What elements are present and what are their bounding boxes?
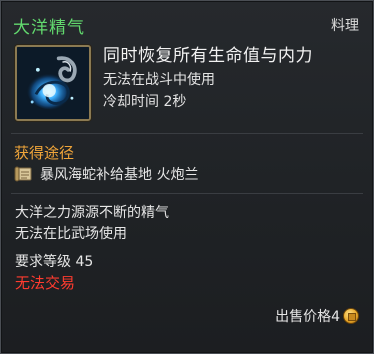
source-row: 暴风海蛇补给基地 火炮兰 (14, 164, 198, 184)
source-title: 获得途径 (14, 144, 75, 162)
sell-price-label: 出售价格4 (275, 309, 340, 325)
lore-block: 大洋之力源源不断的精气 无法在比武场使用 (15, 203, 169, 245)
scroll-icon (14, 166, 34, 182)
lore-line: 无法在比武场使用 (15, 226, 127, 242)
source-location: 暴风海蛇补给基地 火炮兰 (40, 167, 199, 183)
sell-price: 出售价格4 (275, 306, 359, 326)
level-requirement: 要求等级 45 (15, 254, 94, 270)
copper-coin-icon (343, 308, 359, 324)
combat-restriction-text: 无法在战斗中使用 (103, 72, 215, 88)
ocean-essence-orb-icon (15, 45, 91, 121)
effect-text: 同时恢复所有生命值与内力 (103, 46, 313, 66)
item-description: 同时恢复所有生命值与内力 无法在战斗中使用 冷却时间 2秒 (103, 45, 363, 113)
tooltip-header: 大洋精气 料理 (13, 11, 359, 38)
divider (11, 193, 363, 194)
item-name: 大洋精气 (13, 18, 85, 38)
divider (11, 133, 363, 134)
lore-line: 大洋之力源源不断的精气 (15, 205, 169, 221)
cooldown-text: 冷却时间 2秒 (103, 94, 187, 110)
item-tooltip: 大洋精气 料理 同时恢复所有生命值与内力 无法在战斗中使用 冷却时间 2秒 获得… (0, 0, 374, 354)
item-type: 料理 (331, 18, 359, 34)
untradable-label: 无法交易 (15, 274, 76, 292)
